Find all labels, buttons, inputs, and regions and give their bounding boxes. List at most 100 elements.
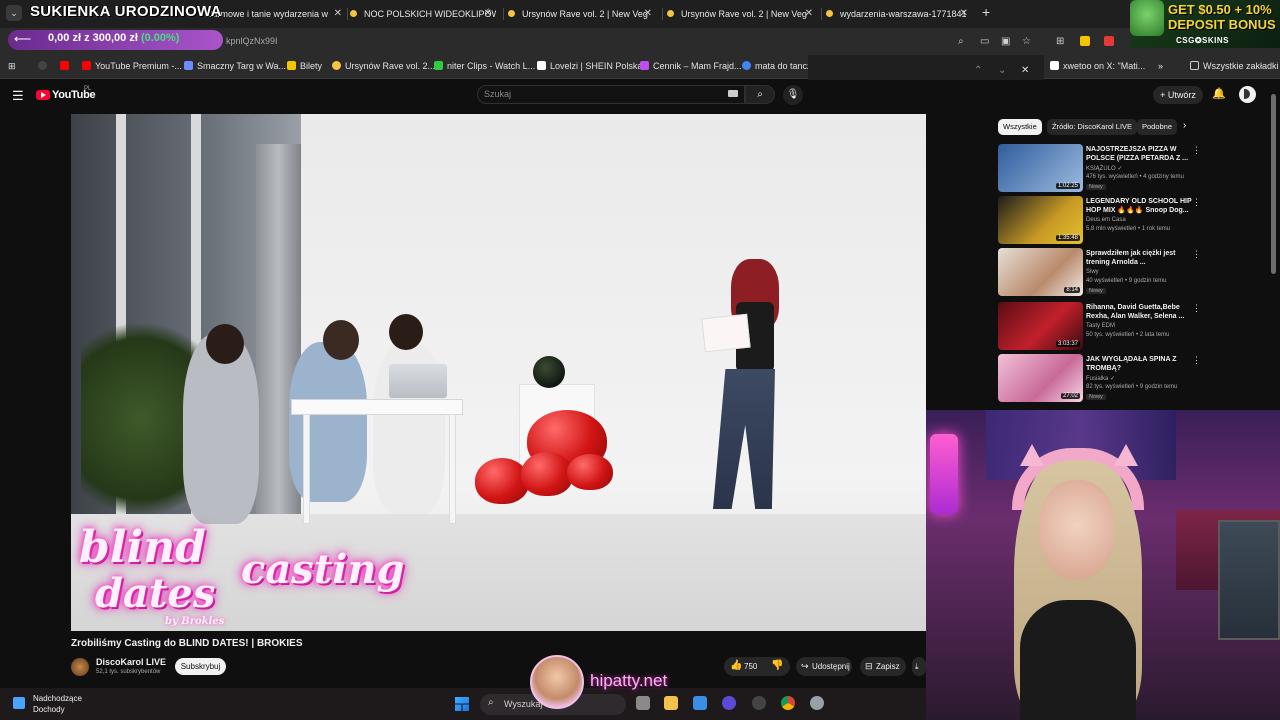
more-vert-icon[interactable]: ⋮ [1192, 355, 1201, 366]
bookmark-item[interactable]: Ursynów Rave vol. 2... [332, 61, 435, 71]
recommendation-title[interactable]: Sprawdziłem jak ciężki jest trening Arno… [1086, 249, 1192, 267]
tab-search-button[interactable]: ⌄ [6, 5, 22, 21]
recommendation-item[interactable]: 27:02 JAK WYGLĄDAŁA SPINA Z TROMBĄ? Fusi… [998, 354, 1202, 404]
extension-red-icon[interactable] [1104, 36, 1114, 46]
search-input[interactable] [477, 85, 745, 104]
widgets-line1[interactable]: Nadchodzące [33, 694, 82, 703]
recommendation-channel[interactable]: Deus em Casa [1086, 217, 1126, 223]
zoom-icon[interactable]: ⌕ [958, 36, 964, 47]
chrome-icon[interactable] [781, 696, 795, 710]
like-count[interactable]: 750 [744, 662, 757, 671]
bookmark-item[interactable]: mata do tancz [742, 61, 812, 71]
recommendation-item[interactable]: 1:35:48 LEGENDARY OLD SCHOOL HIP HOP MIX… [998, 196, 1202, 246]
close-icon[interactable]: ✕ [644, 0, 652, 28]
video-scene-table [291, 399, 463, 415]
video-player[interactable]: blind dates casting by Brokies [71, 114, 926, 631]
app-icon[interactable] [722, 696, 736, 710]
bookmark-item[interactable]: Lovelzi | SHEIN Polska [537, 61, 642, 71]
widgets-icon[interactable] [13, 697, 25, 709]
channel-name[interactable]: DiscoKarol LIVE [96, 657, 166, 667]
more-vert-icon[interactable]: ⋮ [1192, 249, 1201, 260]
browser-tab[interactable]: Ursynów Rave vol. 2 | New Veg ✕ [508, 0, 656, 28]
bookmark-item[interactable]: niter Clips - Watch L... [434, 61, 535, 71]
extension-icon[interactable]: ⊞ [1056, 36, 1064, 47]
recommendation-thumbnail[interactable]: 1:35:48 [998, 196, 1083, 244]
download-icon[interactable]: ⤓ [912, 657, 926, 676]
more-vert-icon[interactable]: ⋮ [1192, 303, 1201, 314]
recommendation-thumbnail[interactable]: 8:14 [998, 248, 1083, 296]
settings-gear-icon[interactable] [810, 696, 824, 710]
recommendation-title[interactable]: NAJOSTRZEJSZA PIZZA W POLSCE (PIZZA PETA… [1086, 145, 1192, 163]
recommendation-thumbnail[interactable]: 27:02 [998, 354, 1083, 402]
like-icon[interactable]: 👍 [730, 660, 742, 671]
back-arrow-icon[interactable]: ⟵ [14, 32, 31, 46]
find-previous-icon[interactable]: ⌃ [974, 65, 982, 76]
find-close-icon[interactable]: ✕ [1021, 65, 1029, 76]
chip-all[interactable]: Wszystkie [998, 119, 1042, 135]
recommendation-thumbnail[interactable]: 3:03:37 [998, 302, 1083, 350]
reader-mode-icon[interactable]: ▣ [1001, 36, 1010, 47]
close-icon[interactable]: ✕ [484, 0, 492, 28]
recommendation-item[interactable]: 1:02:25 NAJOSTRZEJSZA PIZZA W POLSCE (PI… [998, 144, 1202, 194]
browser-tab[interactable]: wydarzenia-warszawa-1771841 ✕ [826, 0, 972, 28]
more-bookmarks-icon[interactable]: » [1158, 61, 1163, 71]
search-button[interactable]: ⌕ [745, 85, 775, 104]
apps-grid-icon[interactable]: ⊞ [8, 61, 16, 72]
widgets-line2[interactable]: Dochody [33, 705, 65, 714]
goal-percent: (0.00%) [140, 32, 180, 44]
youtube-bookmark-icon[interactable] [60, 61, 73, 71]
extension-yellow-icon[interactable] [1080, 36, 1090, 46]
mic-icon[interactable]: 🎙 [783, 85, 803, 105]
bookmark-item[interactable]: Smaczny Targ w Wa... [184, 61, 286, 71]
browser-tab[interactable]: NOC POLSKICH WIDEOKLIPÓW ✕ [350, 0, 496, 28]
chevron-right-icon[interactable]: › [1183, 120, 1186, 131]
recommendation-title[interactable]: JAK WYGLĄDAŁA SPINA Z TROMBĄ? [1086, 355, 1192, 373]
dislike-icon[interactable]: 👎 [771, 660, 783, 671]
app-icon[interactable] [752, 696, 766, 710]
close-icon[interactable]: ✕ [960, 0, 968, 28]
recommendation-channel[interactable]: Fusialka ✓ [1086, 375, 1115, 382]
chip-source[interactable]: Źródło: DiscoKarol LIVE [1047, 119, 1138, 135]
all-bookmarks-folder[interactable]: Wszystkie zakładki [1190, 61, 1279, 71]
recommendation-channel[interactable]: Tasty EDM [1086, 323, 1115, 329]
bookmark-item[interactable]: Cennik – Mam Frajd... [640, 61, 742, 71]
bookmark-icon-only[interactable] [38, 61, 51, 71]
task-view-icon[interactable] [636, 696, 650, 710]
bookmark-item[interactable]: YouTube Premium -... [82, 61, 182, 71]
create-button[interactable]: + Utwórz [1153, 86, 1203, 104]
page-scrollbar[interactable] [1271, 94, 1276, 274]
recommendation-channel[interactable]: Siwy [1086, 269, 1099, 275]
more-vert-icon[interactable]: ⋮ [1192, 197, 1201, 208]
store-icon[interactable] [693, 696, 707, 710]
bookmark-star-icon[interactable]: ☆ [1022, 36, 1031, 47]
account-avatar[interactable] [1239, 86, 1256, 103]
bookmark-item[interactable]: Bilety [287, 61, 322, 71]
chip-similar[interactable]: Podobne [1137, 119, 1178, 135]
recommendation-channel[interactable]: KSIĄŻULO ✓ [1086, 165, 1122, 172]
menu-icon[interactable]: ☰ [12, 88, 24, 104]
bookmark-item[interactable]: xwetoo on X: "Mati... [1050, 61, 1145, 71]
promo-banner[interactable]: GET $0.50 + 10% DEPOSIT BONUS CSG✪SKINS [1130, 0, 1280, 48]
recommendation-item[interactable]: 8:14 Sprawdziłem jak ciężki jest trening… [998, 248, 1202, 298]
keyboard-icon[interactable] [728, 90, 738, 97]
find-next-icon[interactable]: ⌄ [998, 65, 1006, 76]
channel-avatar[interactable] [71, 658, 89, 676]
recommendation-title[interactable]: Rihanna, David Guetta,Bebe Rexha, Alan W… [1086, 303, 1192, 321]
browser-tab[interactable]: Ursynów Rave vol. 2 | New Veg ✕ [667, 0, 817, 28]
recommendation-item[interactable]: 3:03:37 Rihanna, David Guetta,Bebe Rexha… [998, 302, 1202, 352]
recommendation-thumbnail[interactable]: 1:02:25 [998, 144, 1083, 192]
cast-icon[interactable]: ▭ [980, 36, 989, 47]
new-tab-icon[interactable]: + [982, 4, 990, 20]
youtube-logo-icon[interactable] [36, 90, 50, 100]
file-explorer-icon[interactable] [664, 696, 678, 710]
close-icon[interactable]: ✕ [805, 0, 813, 28]
save-button[interactable]: ⊟ Zapisz [860, 657, 906, 676]
browser-tab[interactable]: Darmowe i tanie wydarzenia w ✕ [206, 0, 346, 28]
recommendation-title[interactable]: LEGENDARY OLD SCHOOL HIP HOP MIX 🔥🔥🔥 Sno… [1086, 197, 1192, 215]
notifications-bell-icon[interactable]: 🔔 [1212, 87, 1226, 100]
more-vert-icon[interactable]: ⋮ [1192, 145, 1201, 156]
close-icon[interactable]: ✕ [334, 0, 342, 28]
subscribe-button[interactable]: Subskrybuj [175, 658, 226, 675]
share-button[interactable]: ↪ Udostępnij [796, 657, 852, 676]
url-text[interactable]: kpnlQzNx99I [226, 36, 278, 46]
